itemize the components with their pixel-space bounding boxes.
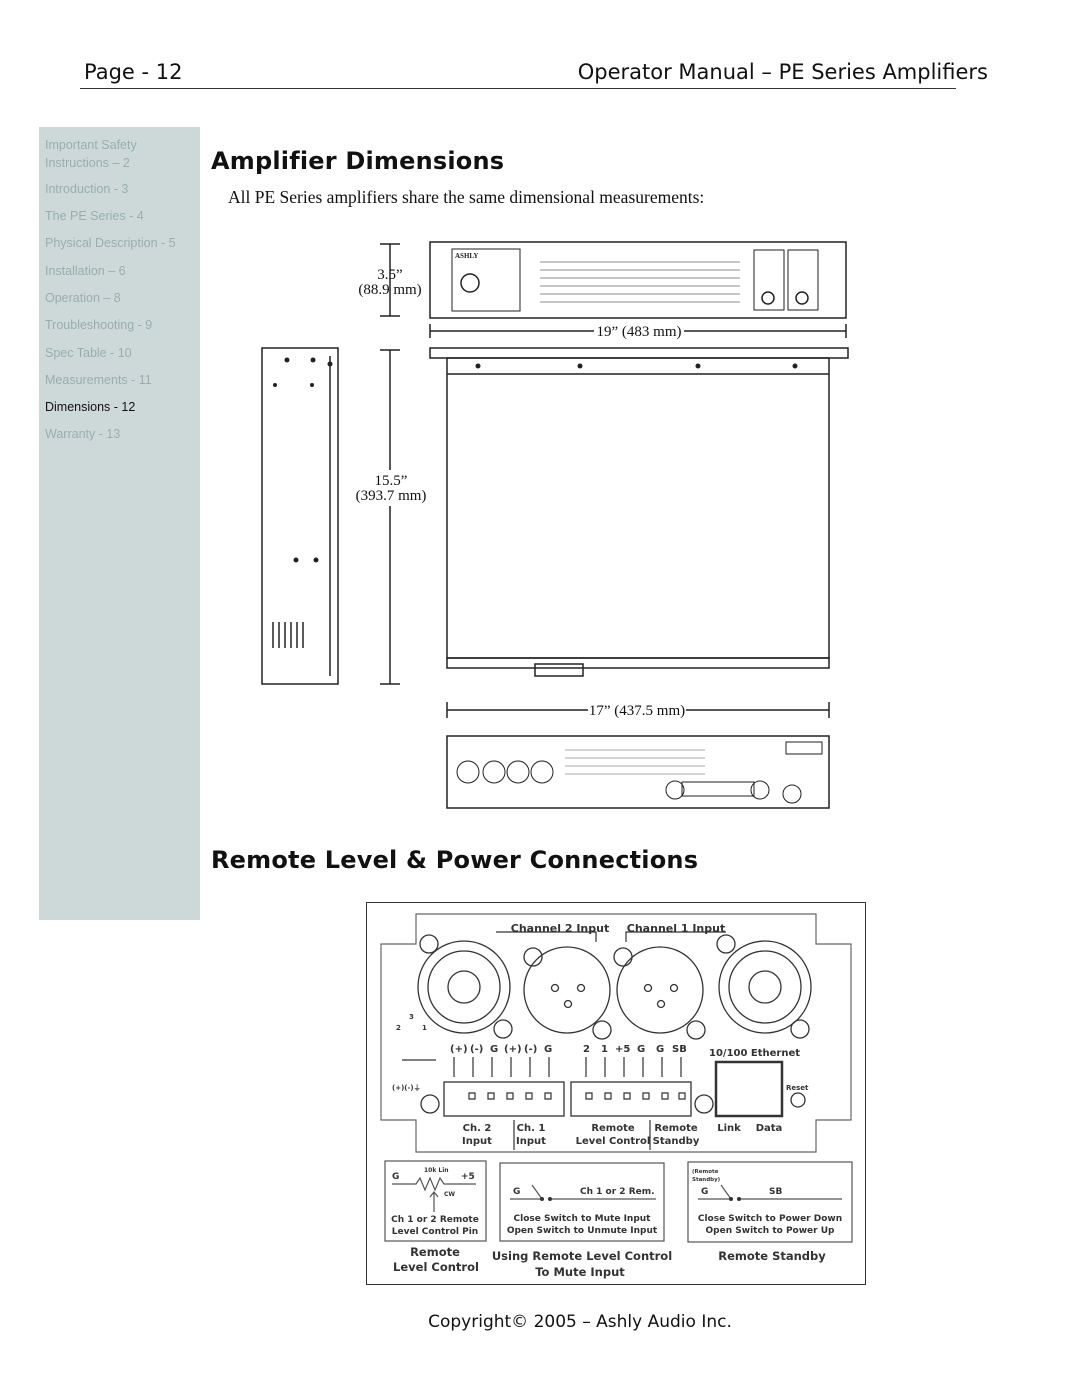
reset-label: Reset: [786, 1084, 809, 1092]
pin-label: +5: [615, 1044, 630, 1055]
box2-g: G: [513, 1187, 520, 1197]
copyright: Copyright© 2005 – Ashly Audio Inc.: [428, 1312, 732, 1332]
pin-label: G: [544, 1044, 552, 1055]
box3-caption: Remote Standby: [718, 1249, 826, 1263]
box2-text: Open Switch to Unmute Input: [507, 1226, 658, 1236]
jack-legend: (+)(-)⏚: [392, 1084, 421, 1092]
pin-label: (-): [470, 1044, 483, 1055]
pin-label: (+): [450, 1044, 468, 1055]
box1-plus5: +5: [461, 1172, 475, 1182]
channel-1-input-label: Channel 1 Input: [627, 922, 725, 935]
pin-label: G: [656, 1044, 664, 1055]
depth-mm-label: (393.7 mm): [356, 488, 427, 504]
box3-note: Standby): [692, 1177, 721, 1183]
box3-g: G: [701, 1187, 708, 1197]
pin-label: G: [490, 1044, 498, 1055]
jack-pin-label: 2: [396, 1024, 401, 1032]
box3-note: (Remote: [692, 1169, 719, 1175]
remote-level-label: Level Control: [576, 1136, 651, 1147]
data-label: Data: [756, 1123, 783, 1134]
box2-caption: Using Remote Level Control: [492, 1249, 672, 1263]
pin-label: 2: [583, 1044, 590, 1055]
pin-label: SB: [672, 1044, 687, 1055]
pin-label: G: [637, 1044, 645, 1055]
box3-text: Close Switch to Power Down: [698, 1214, 842, 1224]
chassis-width-label: 17” (437.5 mm): [589, 703, 685, 719]
ch1-label: Input: [516, 1136, 546, 1147]
depth-in-label: 15.5”: [375, 473, 408, 489]
ch2-label: Ch. 2: [463, 1123, 492, 1134]
pin-label: (+): [504, 1044, 522, 1055]
jack-pin-label: 1: [422, 1024, 427, 1032]
link-label: Link: [717, 1123, 741, 1134]
section-title-remote: Remote Level & Power Connections: [211, 846, 699, 874]
box1-text: Level Control Pin: [392, 1227, 478, 1237]
pin-label: 1: [601, 1044, 608, 1055]
box1-cw: CW: [444, 1191, 455, 1198]
remote-standby-label: Remote: [654, 1123, 698, 1134]
manual-page: Page - 12 Operator Manual – PE Series Am…: [0, 0, 1080, 1397]
box1-caption: Level Control: [393, 1260, 479, 1274]
box1-g: G: [392, 1172, 399, 1182]
brand-logo: ASHLY: [455, 252, 478, 260]
box2-caption: To Mute Input: [535, 1265, 625, 1279]
width-label: 19” (483 mm): [597, 324, 682, 340]
box3-text: Open Switch to Power Up: [706, 1226, 835, 1236]
ch2-label: Input: [462, 1136, 492, 1147]
remote-standby-label: Standby: [653, 1136, 700, 1147]
box1-caption: Remote: [410, 1245, 460, 1259]
channel-2-input-label: Channel 2 Input: [511, 922, 609, 935]
height-in-label: 3.5”: [377, 267, 402, 283]
box2-right: Ch 1 or 2 Rem.: [580, 1187, 655, 1197]
rear-panel: [446, 735, 830, 809]
top-view: [446, 357, 830, 659]
box1-text: Ch 1 or 2 Remote: [391, 1215, 479, 1225]
ethernet-label: 10/100 Ethernet: [709, 1048, 800, 1059]
height-mm-label: (88.9 mm): [358, 282, 421, 298]
box3-sb: SB: [769, 1187, 782, 1197]
box1-pot: 10k Lin: [424, 1167, 449, 1174]
rack-ears: [429, 347, 849, 359]
pin-label: (-): [524, 1044, 537, 1055]
remote-level-label: Remote: [591, 1123, 635, 1134]
jack-pin-label: 3: [409, 1013, 414, 1021]
remote-connections-diagram: Channel 2 Input Channel 1 Input (+) (-) …: [366, 902, 866, 1285]
box2-text: Close Switch to Mute Input: [514, 1214, 652, 1224]
ch1-label: Ch. 1: [517, 1123, 546, 1134]
